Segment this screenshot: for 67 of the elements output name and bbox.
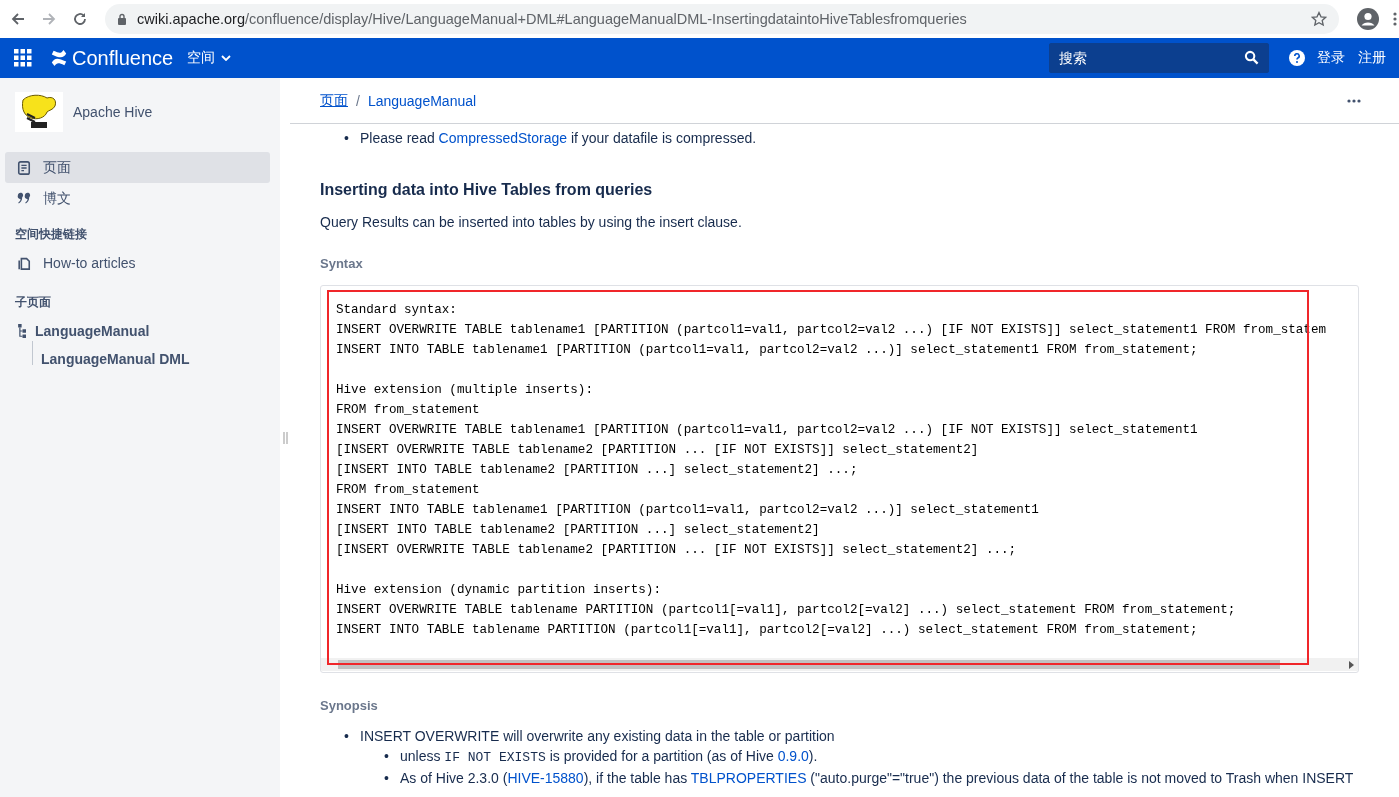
hierarchy-icon [18,324,27,338]
code-line: [INSERT INTO TABLE tablename2 [PARTITION ...] select_statement2] ...; [336,462,859,479]
section-heading: 子页面 [14,294,52,311]
menu-icon[interactable] [1393,11,1397,27]
resize-handle-icon[interactable] [282,431,288,444]
hive-logo-icon [15,92,63,132]
code-line: INSERT INTO TABLE tablename1 [PARTITION (partcol1=val1, partcol2=val2 ...)] select_statement1 FROM from_statement; [336,342,1199,359]
sidebar-item[interactable]: 博文 [5,183,270,214]
code-line: INSERT OVERWRITE TABLE tablename1 [PARTITION (partcol1=val1, partcol2=val2 ...) [IF NOT EXISTS]] select_statement1 [336,422,1199,439]
link[interactable]: HIVE-15880 [507,770,584,786]
code-line: INSERT INTO TABLE tablename1 [PARTITION (partcol1=val1, partcol2=val2 ...)] select_statement1 [336,502,1040,519]
code-line: FROM from_statement [336,482,481,499]
search-field[interactable]: 搜索 [1049,43,1269,73]
breadcrumb-link[interactable]: 页面 [320,91,348,110]
copy-icon [17,255,31,270]
code-line: [INSERT OVERWRITE TABLE tablename2 [PARTITION ... [IF NOT EXISTS]] select_statement2] ...; [336,542,1018,559]
code-line: INSERT INTO TABLE tablename PARTITION (partcol1[=val1], partcol2[=val2] ...) select_statement FROM from_statement; [336,622,1199,639]
code-line: [INSERT INTO TABLE tablename2 [PARTITION ...] select_statement2] [336,522,821,539]
reload-icon[interactable] [72,11,88,27]
subheading: Synopsis [320,697,379,715]
code-line: FROM from_statement [336,402,481,419]
address-bar[interactable]: cwiki.apache.org/confluence/display/Hive/LanguageManual+DML#LanguageManualDML-InsertingdataintoHiveTablesfromqueries [105,4,1339,34]
bullet-marker: • [384,747,390,766]
star-icon[interactable] [1311,11,1327,27]
bullet-marker: • [384,769,390,788]
link[interactable]: CompressedStorage [438,130,567,146]
subheading: Syntax [320,255,364,273]
quote-icon [17,191,31,206]
login-link[interactable]: 登录 [1317,49,1345,67]
link[interactable]: 0.9.0 [777,748,809,764]
more-icon[interactable] [1347,98,1361,103]
tree-item[interactable]: LanguageManual DML [41,351,190,367]
spaces-menu[interactable]: 空间 [187,49,232,67]
confluence-logo-icon [50,49,68,67]
space-name[interactable]: Apache Hive [73,104,153,120]
caret-icon [221,55,232,61]
bullet-text: unless IF NOT EXISTS is provided for a partition (as of Hive 0.9.0). [400,747,818,767]
scrollbar-thumb[interactable] [338,660,1280,669]
right-arrow-icon [1349,661,1354,669]
product-name[interactable]: Confluence [72,46,174,70]
app-grid-icon[interactable] [14,49,32,67]
back-icon[interactable] [10,11,26,27]
breadcrumb-separator: / [356,92,360,109]
code-line: Hive extension (multiple inserts): [336,382,594,399]
code-line: INSERT OVERWRITE TABLE tablename PARTITION (partcol1[=val1], partcol2[=val2] ...) select_statement FROM from_statement; [336,602,1237,619]
bullet-text: Please read CompressedStorage if your datafile is compressed. [360,129,757,148]
section-heading: 空间快捷链接 [14,226,88,243]
search-icon [1244,50,1259,65]
section-title: Inserting data into Hive Tables from queries [320,180,654,200]
bullet-text: As of Hive 2.3.0 (HIVE-15880), if the table has TBLPROPERTIES ("auto.purge"="true") the previous data of the table is not moved to Trash when INSERT [400,769,1354,788]
code-line: [INSERT OVERWRITE TABLE tablename2 [PARTITION ... [IF NOT EXISTS]] select_statement2] [336,442,980,459]
code-line: Hive extension (dynamic partition inserts): [336,582,662,599]
tree-item[interactable]: LanguageManual [35,323,150,339]
bullet-marker: • [344,727,350,746]
breadcrumb-link[interactable]: LanguageManual [367,92,477,109]
code-line: Standard syntax: [336,302,458,319]
shortcut-link[interactable]: How-to articles [5,247,270,278]
sidebar-item[interactable]: 页面 [5,152,270,183]
paragraph-text: Query Results can be inserted into tables by using the insert clause. [320,213,743,232]
page-icon [17,160,31,175]
register-link[interactable]: 注册 [1358,49,1386,67]
help-icon[interactable] [1289,50,1305,66]
link[interactable]: TBLPROPERTIES [690,770,807,786]
lock-icon [117,13,127,25]
bullet-marker: • [344,129,350,148]
profile-icon[interactable] [1357,8,1379,30]
bullet-text: INSERT OVERWRITE will overwrite any existing data in the table or partition [360,727,835,746]
